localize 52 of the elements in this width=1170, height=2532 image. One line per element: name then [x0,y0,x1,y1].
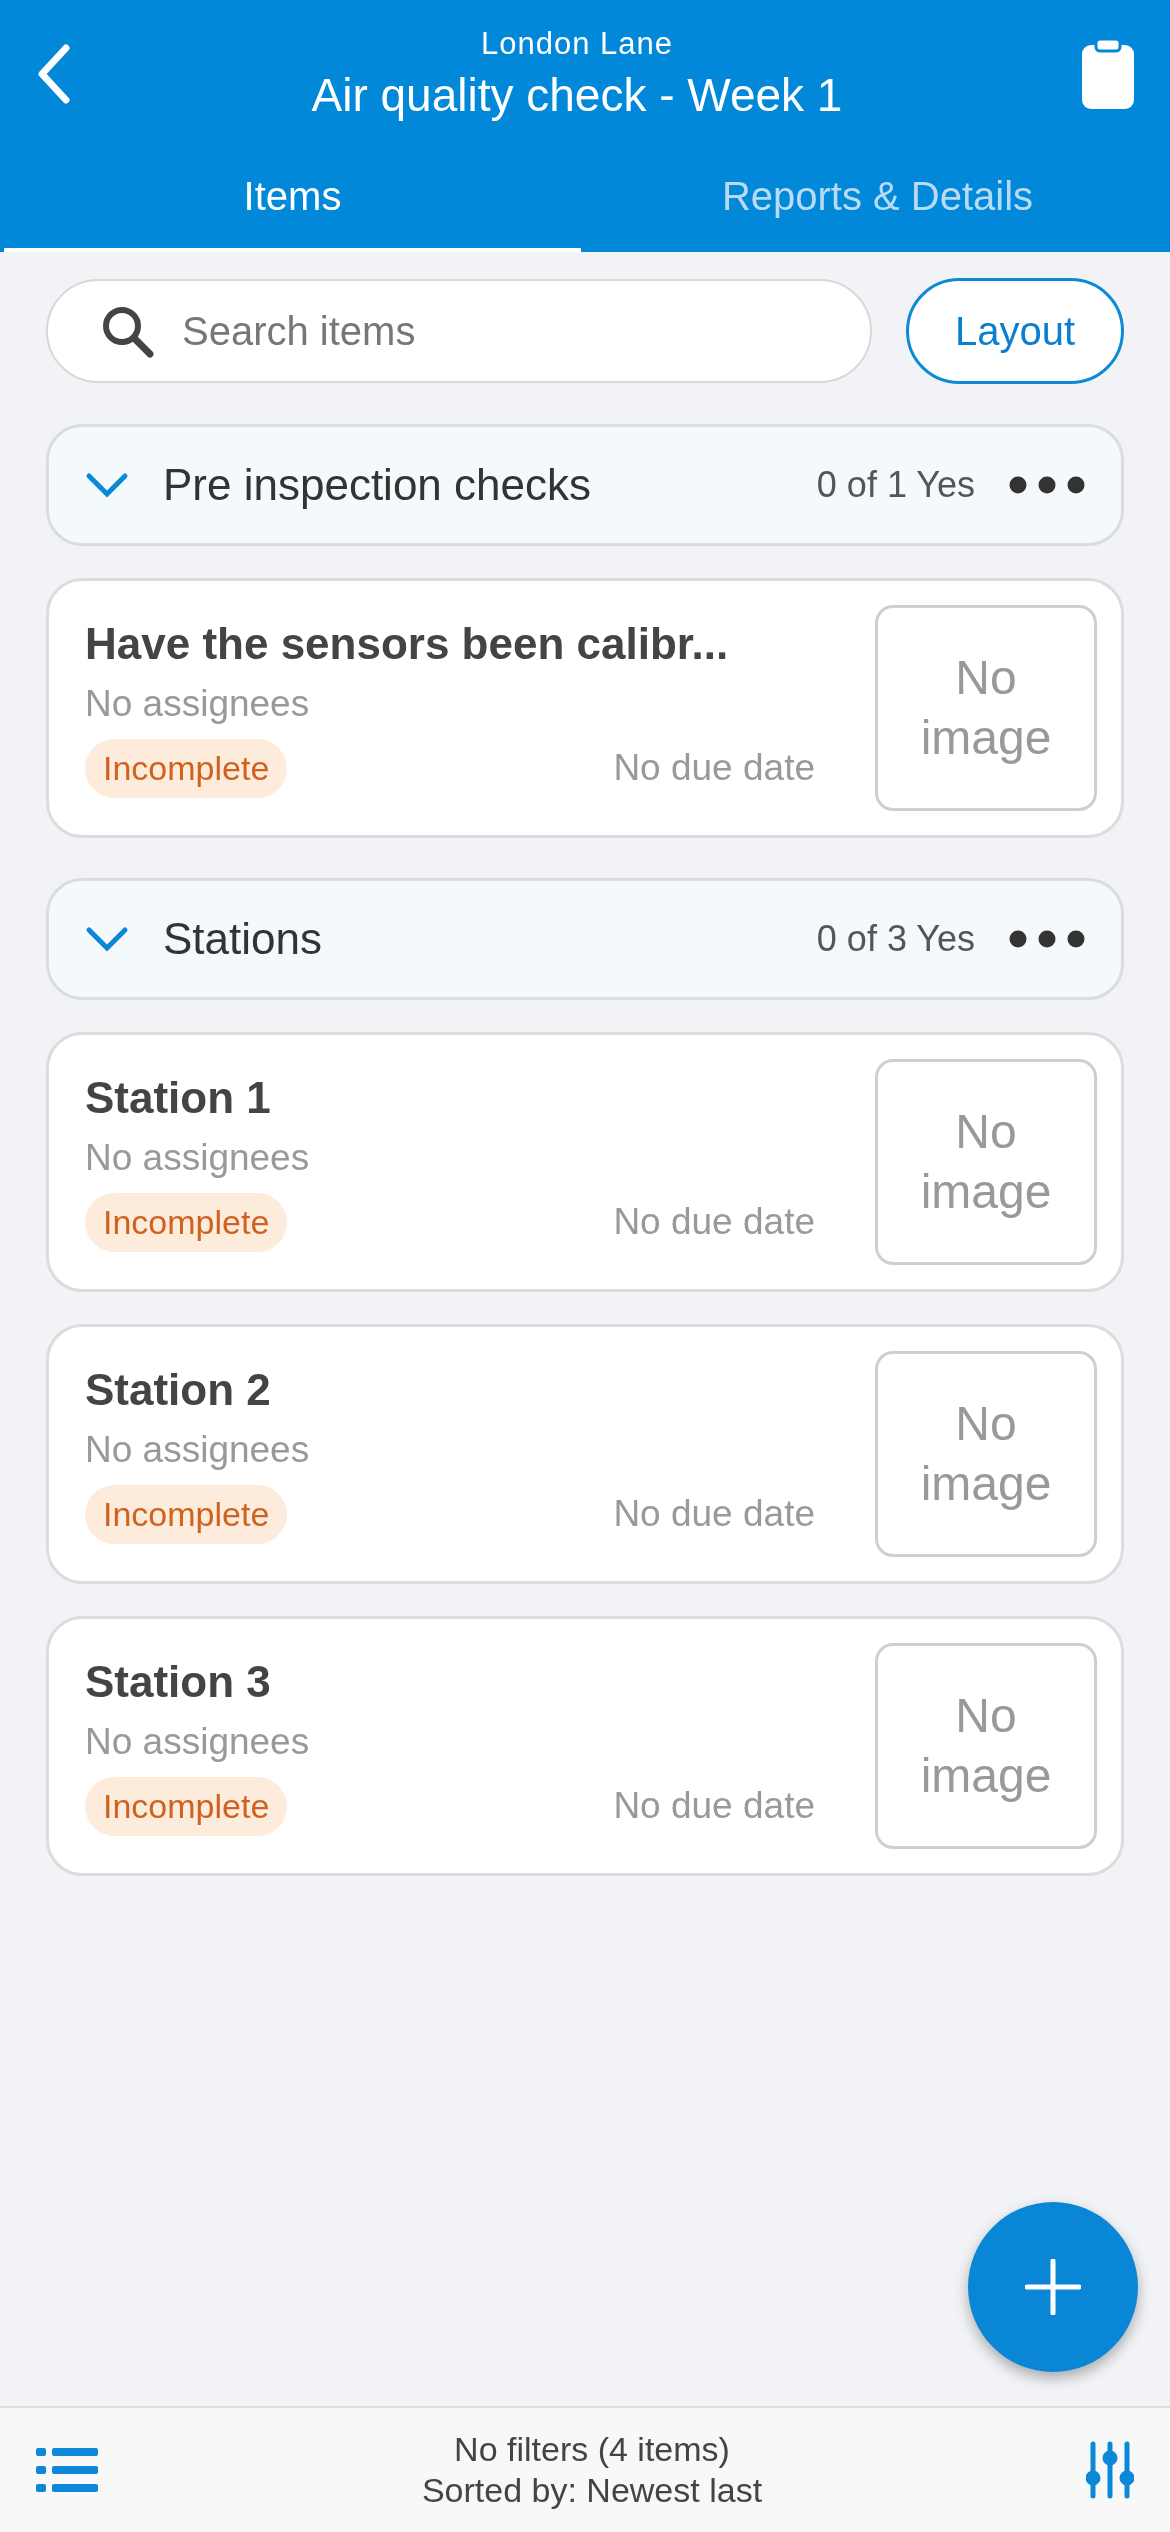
image-placeholder: No image [875,1643,1097,1849]
clipboard-icon [1082,39,1134,109]
add-button[interactable] [968,2202,1138,2372]
more-icon[interactable] [1009,930,1085,948]
section-title: Pre inspection checks [163,460,592,510]
assignees-text: No assignees [85,1136,311,1179]
filter-summary: No filters (4 items) [454,2430,730,2469]
image-placeholder: No image [875,1351,1097,1557]
section-summary: 0 of 3 Yes [816,918,975,960]
back-icon [36,44,72,104]
due-date: No due date [613,1201,815,1243]
sort-summary: Sorted by: Newest last [421,2471,763,2510]
search-field[interactable]: Search items [46,279,872,383]
section-summary: 0 of 1 Yes [816,464,975,506]
assignees-text: No assignees [85,1428,311,1471]
header-subtitle: London Lane [480,26,673,62]
status-badge: Incomplete [85,1192,288,1252]
section-header[interactable]: Pre inspection checks 0 of 1 Yes [46,424,1124,546]
status-badge: Incomplete [85,1484,288,1544]
filter-button[interactable] [1086,2441,1134,2499]
item-title: Have the sensors been calibr... [85,618,730,669]
image-placeholder: No image [875,605,1097,811]
search-icon [100,304,154,358]
list-icon [36,2448,98,2492]
list-button[interactable] [36,2448,98,2492]
clipboard-button[interactable] [1082,39,1134,109]
item-title: Station 2 [85,1364,272,1415]
item-card[interactable]: Station 2 No assignees Incomplete No due date No image [46,1324,1124,1584]
status-badge: Incomplete [85,1776,288,1836]
chevron-icon[interactable] [85,926,129,952]
sliders-icon [1086,2441,1134,2499]
status-badge: Incomplete [85,738,288,798]
item-title: Station 1 [85,1072,272,1123]
chevron-icon[interactable] [85,472,129,498]
image-placeholder: No image [875,1059,1097,1265]
assignees-text: No assignees [85,1720,311,1763]
item-card[interactable]: Station 1 No assignees Incomplete No due date No image [46,1032,1124,1292]
item-title: Station 3 [85,1656,272,1707]
tab[interactable]: Items [4,134,581,252]
assignees-text: No assignees [85,682,311,725]
item-card[interactable]: Station 3 No assignees Incomplete No due date No image [46,1616,1124,1876]
back-button[interactable] [36,44,72,104]
due-date: No due date [613,1493,815,1535]
section-title: Stations [163,914,323,964]
plus-icon [1025,2259,1081,2315]
due-date: No due date [613,747,815,789]
layout-button[interactable]: Layout [905,278,1124,384]
due-date: No due date [613,1785,815,1827]
header-title: Air quality check - Week 1 [311,68,843,122]
more-icon[interactable] [1009,476,1085,494]
section-header[interactable]: Stations 0 of 3 Yes [46,878,1124,1000]
item-card[interactable]: Have the sensors been calibr... No assignees Incomplete No due date No image [46,578,1124,838]
